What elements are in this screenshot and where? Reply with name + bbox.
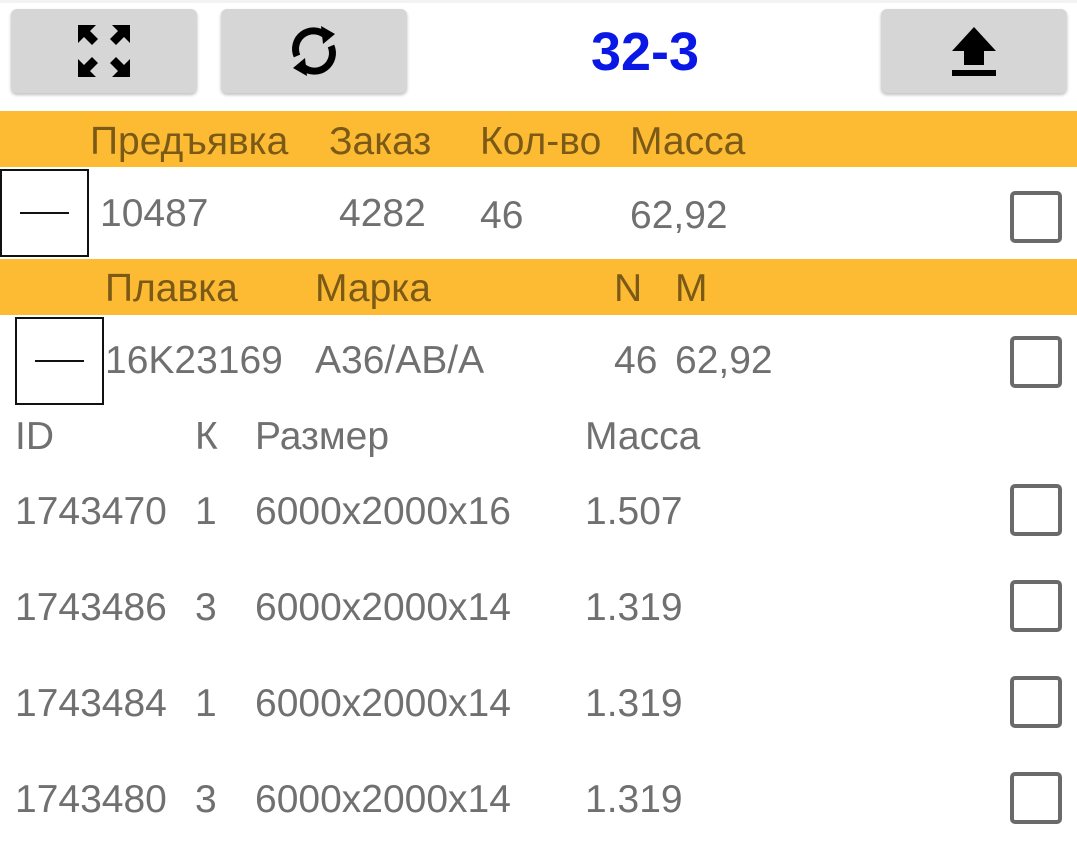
item-mass: 1.319 bbox=[585, 682, 683, 725]
item-checkbox[interactable] bbox=[1010, 772, 1062, 824]
heat-m: 62,92 bbox=[675, 339, 773, 382]
header-order: Заказ bbox=[329, 120, 432, 163]
item-mass: 1.319 bbox=[585, 586, 683, 629]
table-row[interactable]: 1743470 1 6000x2000x16 1.507 bbox=[0, 466, 1077, 562]
expand-arrows-icon bbox=[78, 25, 130, 77]
heat-checkbox[interactable] bbox=[1010, 336, 1062, 388]
header-presentation: Предъявка bbox=[90, 120, 289, 163]
header-k: К bbox=[195, 415, 218, 458]
upload-icon bbox=[952, 27, 996, 76]
header-grade: Марка bbox=[315, 267, 431, 310]
submission-row: 10487 4282 46 62,92 bbox=[0, 167, 1077, 259]
top-divider bbox=[0, 0, 1077, 3]
table-row[interactable]: 1743484 1 6000x2000x14 1.319 bbox=[0, 658, 1077, 754]
app-screen: 32-3 Предъявка Заказ Кол-во Масса 10487 … bbox=[0, 0, 1077, 849]
item-k: 1 bbox=[195, 682, 217, 725]
header-heat: Плавка bbox=[105, 267, 238, 310]
submission-mass: 62,92 bbox=[630, 194, 728, 237]
header-size: Размер bbox=[255, 415, 390, 458]
item-k: 3 bbox=[195, 586, 217, 629]
item-id: 1743470 bbox=[15, 490, 167, 533]
header-n: N bbox=[614, 267, 643, 310]
submission-order: 4282 bbox=[339, 192, 426, 235]
collapse-submission-button[interactable] bbox=[0, 169, 89, 257]
heat-header: Плавка Марка N M bbox=[0, 259, 1077, 315]
item-id: 1743480 bbox=[15, 778, 167, 821]
heat-grade: A36/AB/A bbox=[315, 339, 485, 382]
header-item-mass: Масса bbox=[585, 415, 701, 458]
heat-n: 46 bbox=[614, 339, 658, 382]
expand-button[interactable] bbox=[11, 9, 197, 93]
table-row[interactable]: 1743486 3 6000x2000x14 1.319 bbox=[0, 562, 1077, 658]
upload-button[interactable] bbox=[881, 9, 1067, 93]
item-checkbox[interactable] bbox=[1010, 580, 1062, 632]
submission-checkbox[interactable] bbox=[1010, 191, 1062, 243]
heat-number: 16K23169 bbox=[105, 339, 283, 382]
header-m: M bbox=[675, 267, 708, 310]
item-size: 6000x2000x14 bbox=[255, 778, 511, 821]
item-mass: 1.507 bbox=[585, 490, 683, 533]
refresh-button[interactable] bbox=[221, 9, 407, 93]
item-checkbox[interactable] bbox=[1010, 484, 1062, 536]
item-size: 6000x2000x14 bbox=[255, 682, 511, 725]
header-mass: Масса bbox=[630, 120, 746, 163]
item-size: 6000x2000x16 bbox=[255, 490, 511, 533]
heat-row: 16K23169 A36/AB/A 46 62,92 bbox=[0, 315, 1077, 407]
item-k: 1 bbox=[195, 490, 217, 533]
header-quantity: Кол-во bbox=[480, 120, 602, 163]
item-size: 6000x2000x14 bbox=[255, 586, 511, 629]
refresh-icon bbox=[292, 26, 336, 76]
item-checkbox[interactable] bbox=[1010, 676, 1062, 728]
collapse-heat-button[interactable] bbox=[15, 317, 104, 405]
submission-quantity: 46 bbox=[480, 194, 524, 237]
submission-header: Предъявка Заказ Кол-во Масса bbox=[0, 111, 1077, 167]
item-id: 1743486 bbox=[15, 586, 167, 629]
items-header: ID К Размер Масса bbox=[0, 410, 1077, 466]
header-id: ID bbox=[15, 415, 54, 458]
item-mass: 1.319 bbox=[585, 778, 683, 821]
submission-presentation: 10487 bbox=[100, 192, 209, 235]
item-k: 3 bbox=[195, 778, 217, 821]
table-row[interactable]: 1743480 3 6000x2000x14 1.319 bbox=[0, 754, 1077, 846]
item-id: 1743484 bbox=[15, 682, 167, 725]
page-title: 32-3 bbox=[590, 22, 700, 82]
